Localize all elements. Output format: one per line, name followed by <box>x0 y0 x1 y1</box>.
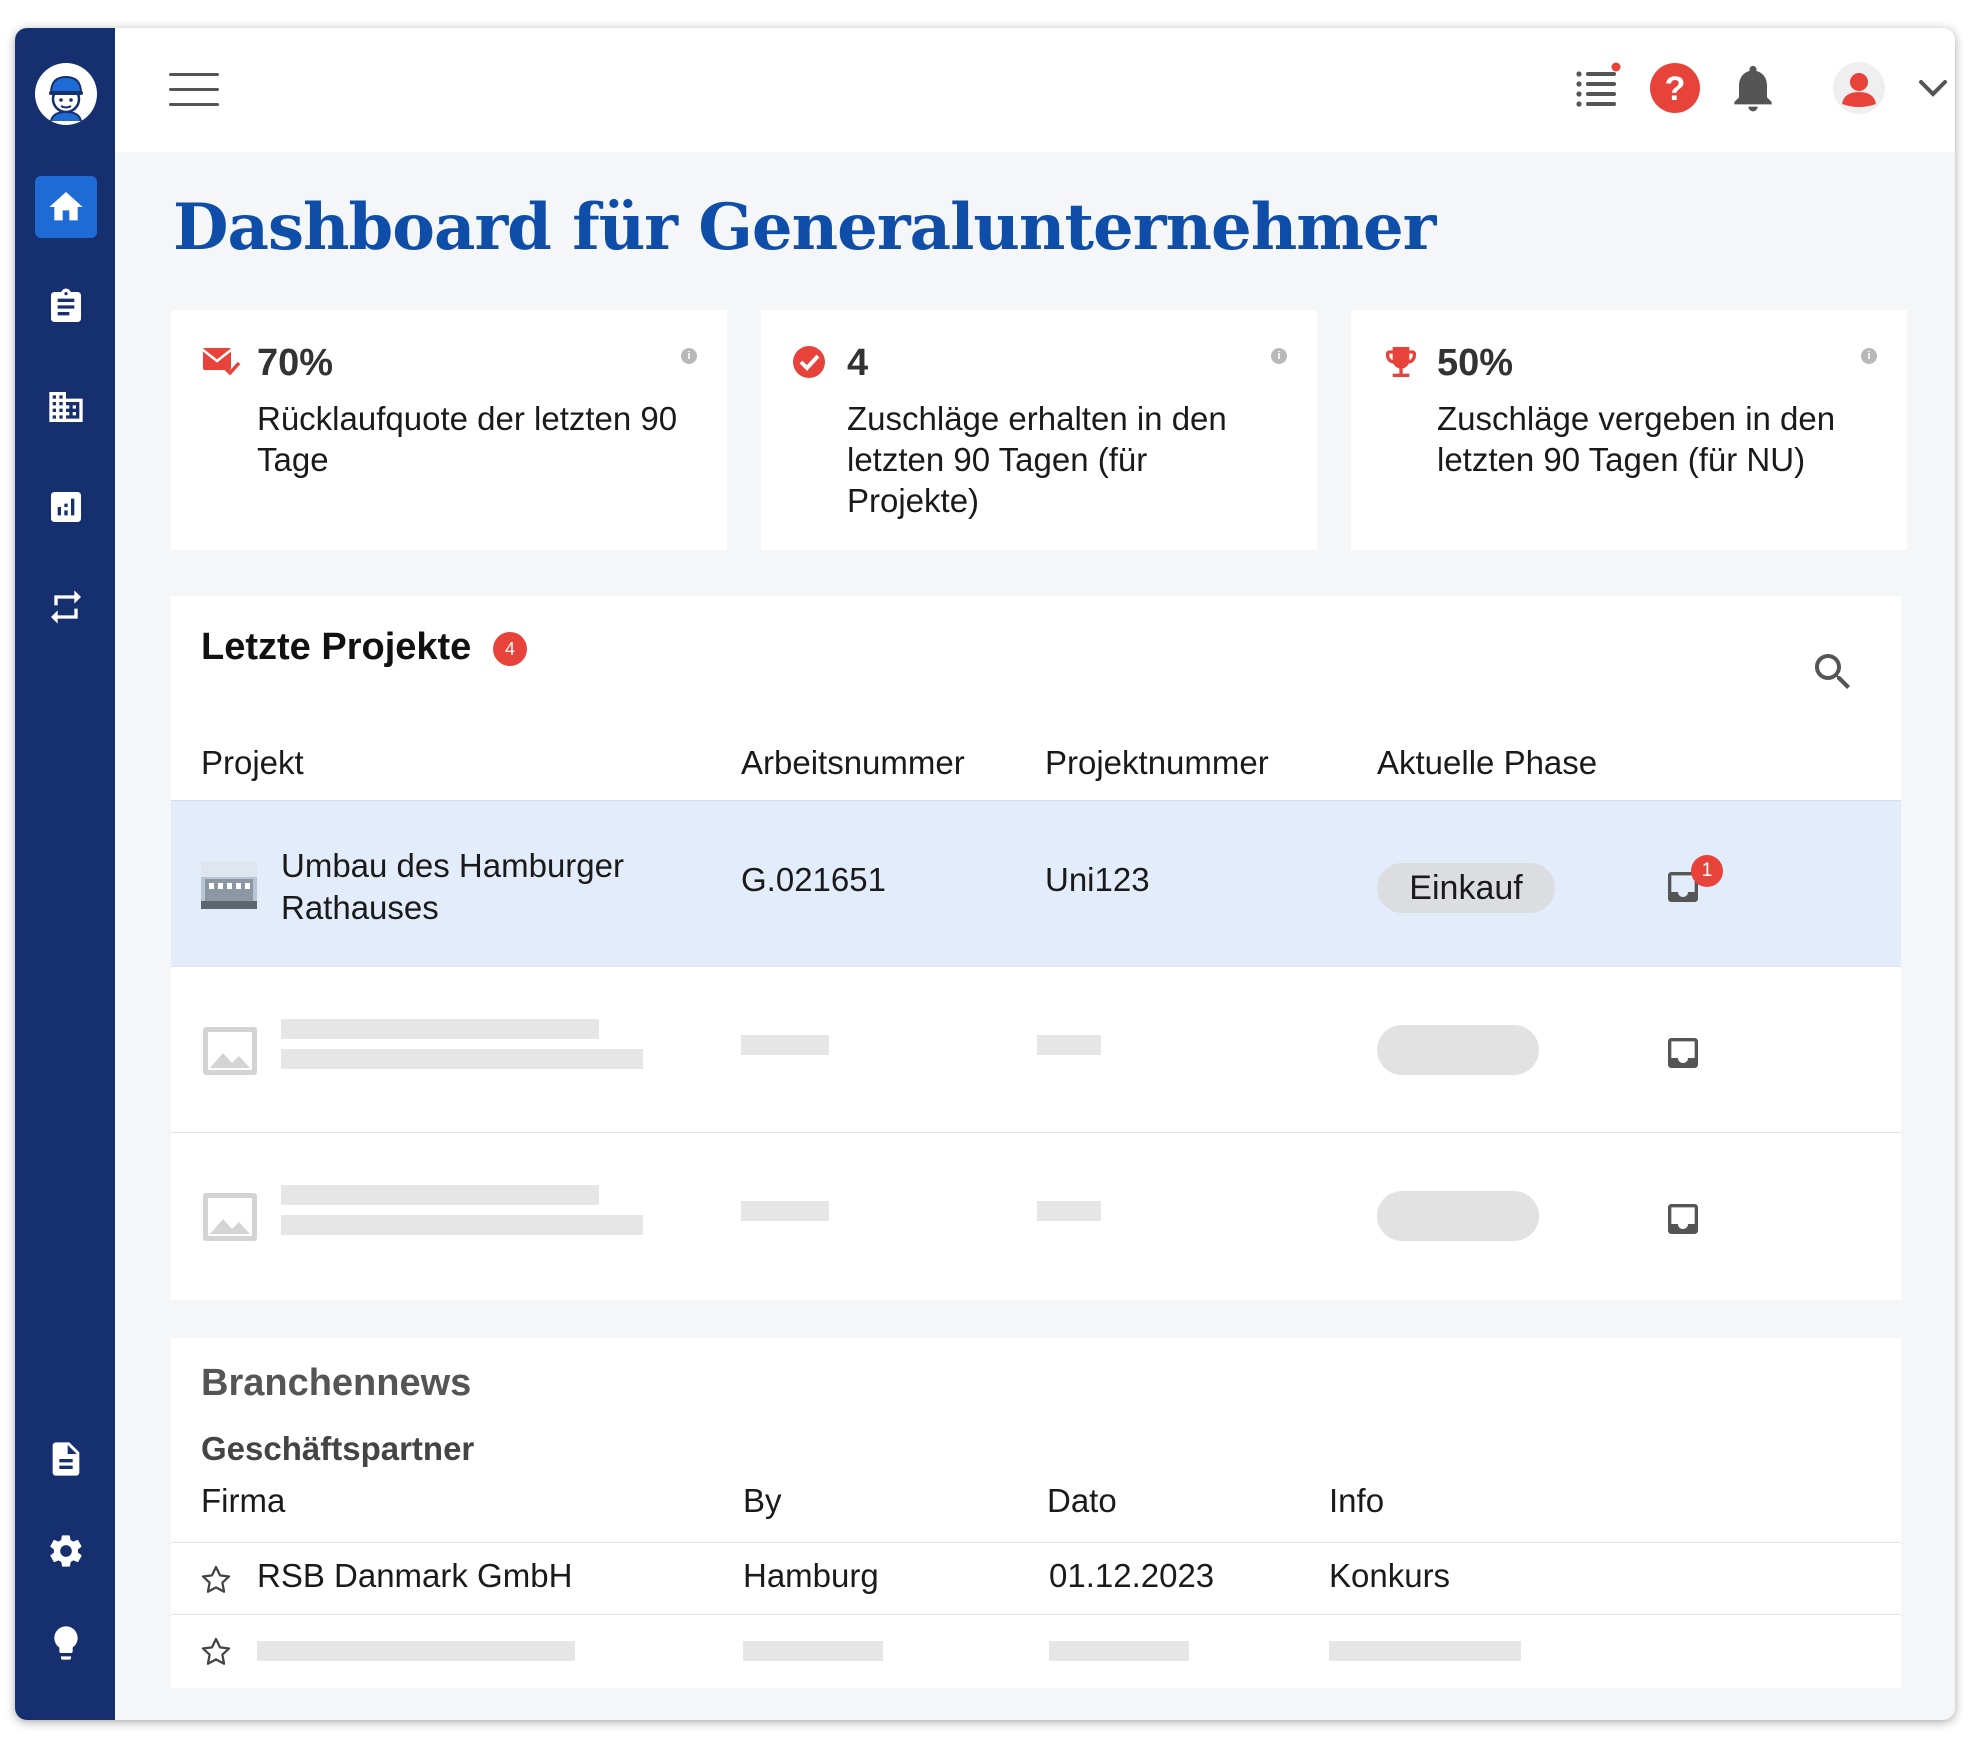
phase-badge: Einkauf <box>1377 863 1555 913</box>
stat-value: 50% <box>1437 342 1514 384</box>
check-circle-icon <box>791 342 831 382</box>
count-badge: 4 <box>493 632 527 666</box>
company-name[interactable]: RSB Danmark GmbH <box>257 1557 572 1595</box>
inbox-icon[interactable] <box>1663 1199 1703 1239</box>
stat-card-response-rate: 70% Rücklaufquote der letzten 90 Tage i <box>171 310 727 550</box>
document-icon <box>52 1442 80 1476</box>
work-number: G.021651 <box>741 861 886 898</box>
svg-text:?: ? <box>1665 70 1686 108</box>
stat-label: Zuschläge erhalten in den letzten 90 Tag… <box>847 400 1227 519</box>
skeleton-line <box>743 1641 883 1661</box>
company-city: Hamburg <box>743 1557 879 1594</box>
skeleton-line <box>281 1019 599 1039</box>
image-placeholder-icon <box>201 1027 257 1075</box>
sidebar-item-home[interactable] <box>35 176 97 238</box>
trophy-icon <box>1381 342 1421 382</box>
skeleton-line <box>741 1035 829 1055</box>
logo-icon[interactable] <box>35 63 97 125</box>
image-placeholder-icon <box>201 1193 257 1241</box>
industry-news-panel: Branchennews Geschäftspartner Firma By D… <box>171 1338 1901 1688</box>
table-row[interactable]: RSB Danmark GmbH Hamburg 01.12.2023 Konk… <box>171 1542 1901 1614</box>
skeleton-line <box>257 1641 575 1661</box>
page-title: Dashboard für Generalunternehmer <box>173 190 1436 265</box>
section-title: Branchennews <box>201 1362 472 1404</box>
news-info: Konkurs <box>1329 1557 1451 1594</box>
project-thumbnail <box>201 861 257 909</box>
menu-icon[interactable] <box>169 73 219 111</box>
sidebar-item-tasks[interactable] <box>35 276 97 338</box>
sidebar-item-exchange[interactable] <box>35 576 97 638</box>
stat-label: Rücklaufquote der letzten 90 Tage <box>257 400 678 478</box>
sidebar-item-companies[interactable] <box>35 376 97 438</box>
skeleton-line <box>1037 1035 1101 1055</box>
column-header[interactable]: Firma <box>201 1482 285 1520</box>
project-name[interactable]: Umbau des Hamburger Rathauses <box>281 845 681 929</box>
user-avatar-icon[interactable] <box>1831 60 1887 116</box>
section-subtitle: Geschäftspartner <box>201 1430 475 1467</box>
recent-projects-panel: Letzte Projekte 4 Projekt Arbeitsnummer … <box>171 596 1901 1300</box>
info-icon[interactable]: i <box>681 348 697 364</box>
column-header[interactable]: Projektnummer <box>1045 744 1269 782</box>
stat-label: Zuschläge vergeben in den letzten 90 Tag… <box>1437 400 1836 478</box>
star-icon[interactable] <box>199 1563 233 1597</box>
stat-value: 70% <box>257 342 334 384</box>
help-icon[interactable]: ? <box>1647 60 1703 116</box>
repeat-icon <box>51 590 81 624</box>
home-icon <box>49 192 83 221</box>
inbox-icon[interactable] <box>1663 1033 1703 1073</box>
table-row[interactable]: Umbau des Hamburger Rathauses G.021651 U… <box>171 800 1901 966</box>
skeleton-line <box>281 1215 643 1235</box>
skeleton-line <box>1049 1641 1189 1661</box>
skeleton-pill <box>1377 1191 1539 1241</box>
skeleton-pill <box>1377 1025 1539 1075</box>
column-header[interactable]: Projekt <box>201 744 304 782</box>
column-header[interactable]: Info <box>1329 1482 1384 1520</box>
search-icon[interactable] <box>1809 648 1857 696</box>
project-number: Uni123 <box>1045 861 1150 898</box>
table-row-placeholder <box>171 1132 1901 1298</box>
clipboard-icon <box>51 288 81 322</box>
top-bar: ? <box>115 28 1955 152</box>
skeleton-line <box>1329 1641 1521 1661</box>
app-window: ? Dashboard für Generalunternehmer 70% R… <box>15 28 1955 1720</box>
bell-icon[interactable] <box>1725 60 1781 116</box>
column-header[interactable]: By <box>743 1482 782 1520</box>
skeleton-line <box>281 1185 599 1205</box>
column-header[interactable]: Arbeitsnummer <box>741 744 965 782</box>
task-list-icon[interactable] <box>1569 60 1625 116</box>
skeleton-line <box>1037 1201 1101 1221</box>
news-date: 01.12.2023 <box>1049 1557 1215 1594</box>
table-row-placeholder <box>171 966 1901 1132</box>
stat-card-awards-received: 4 Zuschläge erhalten in den letzten 90 T… <box>761 310 1317 550</box>
skeleton-line <box>281 1049 643 1069</box>
table-row-placeholder <box>171 1614 1901 1686</box>
mail-check-icon <box>201 342 241 382</box>
section-title: Letzte Projekte <box>201 626 472 668</box>
info-icon[interactable]: i <box>1861 348 1877 364</box>
stat-card-awards-given: 50% Zuschläge vergeben in den letzten 90… <box>1351 310 1907 550</box>
stat-value: 4 <box>847 342 869 384</box>
column-header[interactable]: Aktuelle Phase <box>1377 744 1597 782</box>
sidebar-item-tips[interactable] <box>35 1612 97 1674</box>
notification-badge: 1 <box>1691 855 1723 887</box>
bar-chart-icon <box>51 492 81 522</box>
building-icon <box>49 392 83 422</box>
sidebar <box>15 28 115 1720</box>
info-icon[interactable]: i <box>1271 348 1287 364</box>
gear-icon <box>50 1535 82 1567</box>
star-icon[interactable] <box>199 1635 233 1669</box>
sidebar-item-documents[interactable] <box>35 1428 97 1490</box>
sidebar-item-settings[interactable] <box>35 1520 97 1582</box>
column-header[interactable]: Dato <box>1047 1482 1117 1520</box>
lightbulb-icon <box>54 1626 78 1660</box>
chevron-down-icon[interactable] <box>1905 60 1947 116</box>
sidebar-item-reports[interactable] <box>35 476 97 538</box>
skeleton-line <box>741 1201 829 1221</box>
